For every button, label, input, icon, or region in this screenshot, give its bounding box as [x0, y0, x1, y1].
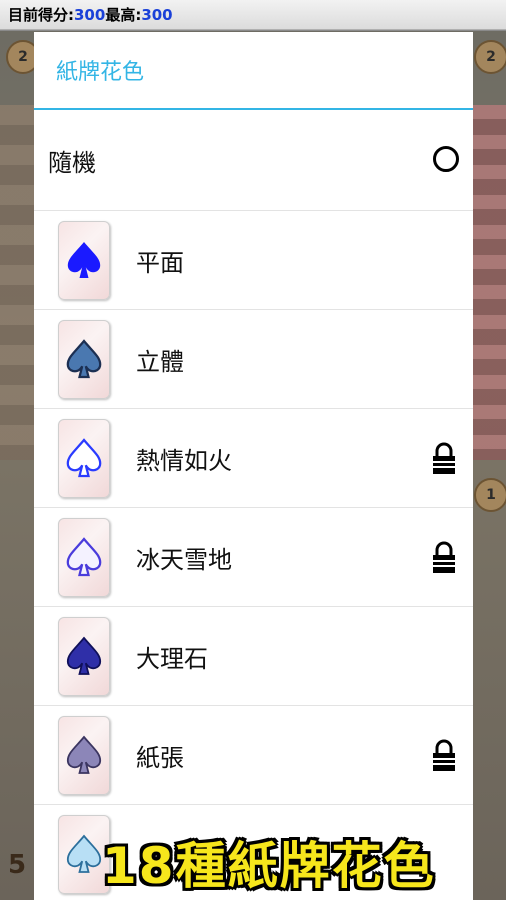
best-score-label: 最高:	[105, 6, 142, 24]
option-item-2-label: 熱情如火	[136, 446, 232, 475]
avatar-right-badge: 2	[486, 49, 496, 65]
option-item-0[interactable]: 平面	[34, 211, 473, 310]
left-card-stack	[0, 105, 34, 460]
dialog-title: 紙牌花色	[34, 32, 473, 110]
option-item-1[interactable]: 立體	[34, 310, 473, 409]
option-item-3[interactable]: 冰天雪地	[34, 508, 473, 607]
spade-marble-icon	[58, 616, 110, 696]
spade-ice-icon	[58, 517, 110, 597]
option-random-label: 隨機	[48, 148, 96, 177]
player-avatar-mid: 1	[474, 478, 506, 512]
option-item-4-label: 大理石	[136, 644, 208, 673]
option-item-2[interactable]: 熱情如火	[34, 409, 473, 508]
option-item-5-label: 紙張	[136, 743, 184, 772]
lock-icon	[433, 739, 455, 771]
player-avatar-right: 2	[474, 40, 506, 74]
lock-icon	[433, 442, 455, 474]
avatar-left-badge: 2	[18, 49, 28, 65]
spade-paper-icon	[58, 715, 110, 795]
option-item-3-label: 冰天雪地	[136, 545, 232, 574]
card-suit-dialog: 紙牌花色 隨機 平面 立體 熱情如火 冰天雪地 大理石 紙張	[34, 32, 473, 900]
best-score-value: 300	[141, 5, 173, 24]
spade-3d-icon	[58, 319, 110, 399]
option-item-1-label: 立體	[136, 347, 184, 376]
avatar-mid-badge: 1	[486, 487, 496, 503]
option-random[interactable]: 隨機	[34, 110, 473, 211]
current-score-value: 300	[74, 5, 106, 24]
option-item-5[interactable]: 紙張	[34, 706, 473, 805]
current-score-label: 目前得分:	[8, 6, 74, 24]
spade-fire-icon	[58, 418, 110, 498]
option-item-0-label: 平面	[136, 248, 184, 277]
option-item-4[interactable]: 大理石	[34, 607, 473, 706]
radio-button[interactable]	[433, 146, 459, 172]
right-card-stack	[472, 105, 506, 460]
promo-banner: 18種紙牌花色	[102, 837, 436, 895]
score-bar: 目前得分: 300 最高: 300	[0, 0, 506, 30]
spade-flat-icon	[58, 220, 110, 300]
bottom-left-number: 5	[8, 850, 27, 880]
lock-icon	[433, 541, 455, 573]
